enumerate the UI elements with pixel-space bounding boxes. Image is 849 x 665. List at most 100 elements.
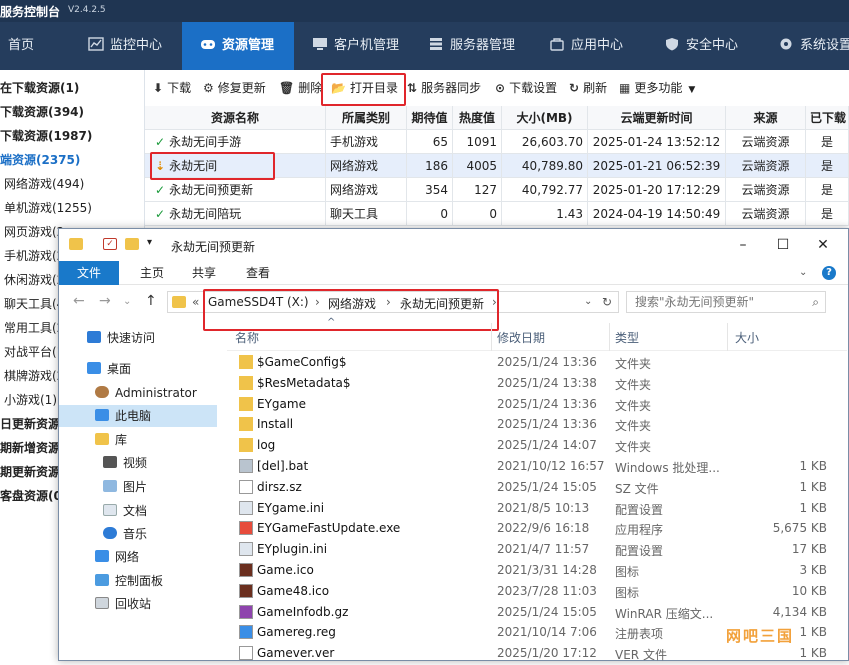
address-dropdown-icon[interactable]: ⌄ — [584, 296, 592, 307]
file-name: Gamever.ver — [257, 646, 335, 661]
minimize-button[interactable]: – — [723, 233, 763, 257]
sidebar-item-casual-games[interactable]: 休闲游戏(2 — [4, 268, 64, 292]
tab-home[interactable]: 主页 — [127, 261, 177, 285]
sidebar-item-today-updated[interactable]: 日更新资源 — [0, 412, 60, 436]
nav-desktop[interactable]: 桌面 — [87, 358, 131, 380]
file-name: Gamereg.reg — [257, 625, 336, 640]
sidebar-item-single-games[interactable]: 单机游戏(1255) — [4, 196, 92, 220]
file-row[interactable]: GameInfodb.gz 2025/1/24 15:05 WinRAR 压缩文..… — [227, 603, 827, 624]
file-row[interactable]: EYplugin.ini 2021/4/7 11:57 配置设置 17 KB — [227, 540, 827, 561]
sidebar-item-web-games[interactable]: 网页游戏(2 — [4, 220, 64, 244]
col-name-header[interactable]: 资源名称 — [145, 106, 326, 130]
nav-administrator[interactable]: Administrator — [95, 382, 197, 404]
nav-monitor[interactable]: 监控中心 — [88, 22, 162, 70]
col-time-header[interactable]: 云端更新时间 — [588, 106, 726, 130]
breadcrumb-overflow-icon[interactable]: « — [192, 295, 199, 309]
refresh-button[interactable]: ↻ 刷新 — [569, 78, 607, 98]
nav-documents[interactable]: 文档 — [103, 500, 147, 522]
col-date-header[interactable]: 修改日期 — [497, 329, 545, 346]
nav-security[interactable]: 安全中心 — [664, 22, 738, 70]
close-button[interactable]: ✕ — [803, 233, 843, 257]
search-input[interactable]: 搜索"永劫无间预更新" ⌕ — [626, 291, 826, 313]
sidebar-item-common-tools[interactable]: 常用工具(2 — [4, 316, 64, 340]
nav-app-center[interactable]: 应用中心 — [549, 22, 623, 70]
sidebar-item-recent-updated[interactable]: 期更新资源 — [0, 460, 60, 484]
server-sync-button[interactable]: ⇅ 服务器同步 — [407, 78, 481, 98]
file-row[interactable]: Install 2025/1/24 13:36 文件夹 — [227, 415, 827, 436]
sidebar-item-downloaded[interactable]: 下载资源(394) — [0, 100, 84, 124]
nav-pictures[interactable]: 图片 — [103, 476, 147, 498]
ribbon-expand-icon[interactable]: ⌄ — [799, 267, 807, 278]
file-date: 2021/10/14 7:06 — [497, 625, 597, 640]
up-arrow-icon[interactable]: ↑ — [145, 293, 157, 309]
quick-access-dropdown-icon[interactable]: ▾ — [147, 237, 152, 248]
col-rank-header[interactable]: 期待值 — [407, 106, 453, 130]
file-row[interactable]: Gamever.ver 2025/1/20 17:12 VER 文件 1 KB — [227, 644, 827, 665]
nav-music[interactable]: 音乐 — [103, 523, 147, 545]
nav-resource[interactable]: 资源管理 — [182, 22, 294, 70]
history-dropdown-icon[interactable]: ⌄ — [123, 296, 131, 307]
nav-client[interactable]: 客户机管理 — [312, 22, 399, 70]
col-downloaded-header[interactable]: 已下载 — [806, 106, 849, 130]
sidebar-item-downloading[interactable]: 在下载资源(1) — [0, 76, 79, 100]
nav-recycle-bin[interactable]: 回收站 — [95, 593, 151, 615]
maximize-button[interactable]: ☐ — [763, 233, 803, 257]
sidebar-item-not-downloaded[interactable]: 下载资源(1987) — [0, 124, 92, 148]
file-row[interactable]: Game48.ico 2023/7/28 11:03 图标 10 KB — [227, 582, 827, 603]
download-settings-button[interactable]: ⊙ 下载设置 — [495, 78, 557, 98]
col-heat-header[interactable]: 热度值 — [453, 106, 502, 130]
nav-quick-access[interactable]: 快速访问 — [87, 327, 155, 349]
file-row[interactable]: $ResMetadata$ 2025/1/24 13:38 文件夹 — [227, 374, 827, 395]
row-source: 云端资源 — [726, 154, 806, 178]
help-icon[interactable]: ? — [822, 266, 836, 280]
sidebar-item-cloud[interactable]: 端资源(2375) — [0, 148, 80, 172]
sidebar-item-battle-platform[interactable]: 对战平台(1 — [4, 340, 64, 364]
sidebar-item-mobile-games[interactable]: 手机游戏(2 — [4, 244, 64, 268]
col-type-header[interactable]: 类型 — [615, 329, 639, 346]
col-size-header[interactable]: 大小 — [735, 329, 759, 346]
col-source-header[interactable]: 来源 — [726, 106, 806, 130]
repair-update-button[interactable]: ⚙ 修复更新 — [203, 78, 266, 98]
table-row[interactable]: ✓ 永劫无间手游 手机游戏 65 1091 26,603.70 2025-01-2… — [145, 130, 849, 154]
download-button[interactable]: ⬇ 下载 — [153, 78, 191, 98]
sidebar-item-chat-tools[interactable]: 聊天工具(4 — [4, 292, 64, 316]
tab-view[interactable]: 查看 — [231, 261, 285, 285]
table-row[interactable]: ✓ 永劫无间陪玩 聊天工具 0 0 1.43 2024-04-19 14:50:4… — [145, 202, 849, 226]
file-row[interactable]: EYgame.ini 2021/8/5 10:13 配置设置 1 KB — [227, 499, 827, 520]
nav-settings[interactable]: 系统设置 — [778, 22, 849, 70]
col-size-header[interactable]: 大小(MB) — [502, 106, 588, 130]
refresh-icon[interactable]: ↻ — [602, 295, 612, 309]
settings-icon: ⊙ — [495, 81, 506, 95]
back-arrow-icon[interactable]: ← — [73, 293, 85, 309]
properties-icon[interactable]: ✓ — [103, 238, 117, 250]
file-row[interactable]: EYGameFastUpdate.exe 2022/9/6 16:18 应用程序 5,… — [227, 519, 827, 540]
nav-network[interactable]: 网络 — [95, 546, 139, 568]
col-category-header[interactable]: 所属类别 — [326, 106, 407, 130]
file-row[interactable]: [del].bat 2021/10/12 16:57 Windows 批处理... 1… — [227, 457, 827, 478]
more-functions-button[interactable]: ▦ 更多功能 ▼ — [619, 78, 695, 98]
nav-libraries[interactable]: 库 — [95, 429, 127, 451]
nav-videos[interactable]: 视频 — [103, 452, 147, 474]
row-heat: 0 — [453, 202, 502, 226]
sidebar-item-board-games[interactable]: 棋牌游戏(2 — [4, 364, 64, 388]
table-row[interactable]: ✓ 永劫无间预更新 网络游戏 354 127 40,792.77 2025-01-… — [145, 178, 849, 202]
file-row[interactable]: $GameConfig$ 2025/1/24 13:36 文件夹 — [227, 353, 827, 374]
file-row[interactable]: log 2025/1/24 14:07 文件夹 — [227, 436, 827, 457]
file-row[interactable]: dirsz.sz 2025/1/24 15:05 SZ 文件 1 KB — [227, 478, 827, 499]
new-folder-icon[interactable] — [125, 238, 139, 250]
file-row[interactable]: Game.ico 2021/3/31 14:28 图标 3 KB — [227, 561, 827, 582]
nav-control-panel[interactable]: 控制面板 — [95, 570, 163, 592]
sidebar-item-mini-games[interactable]: 小游戏(1) — [4, 388, 57, 412]
delete-button[interactable]: 🗑 删除 — [279, 78, 322, 98]
tab-share[interactable]: 共享 — [179, 261, 229, 285]
col-name-header[interactable]: 名称 — [235, 329, 259, 346]
forward-arrow-icon[interactable]: → — [99, 293, 111, 309]
sidebar-item-recent-new[interactable]: 期新增资源 — [0, 436, 60, 460]
nav-home[interactable]: 首页 — [8, 22, 34, 70]
sidebar-item-online-games[interactable]: 网络游戏(494) — [4, 172, 84, 196]
tab-file[interactable]: 文件 — [59, 261, 119, 285]
file-row[interactable]: EYgame 2025/1/24 13:36 文件夹 — [227, 395, 827, 416]
nav-server[interactable]: 服务器管理 — [428, 22, 515, 70]
sidebar-item-client-disk[interactable]: 客盘资源(0 — [0, 484, 62, 508]
nav-this-pc[interactable]: 此电脑 — [59, 405, 217, 427]
